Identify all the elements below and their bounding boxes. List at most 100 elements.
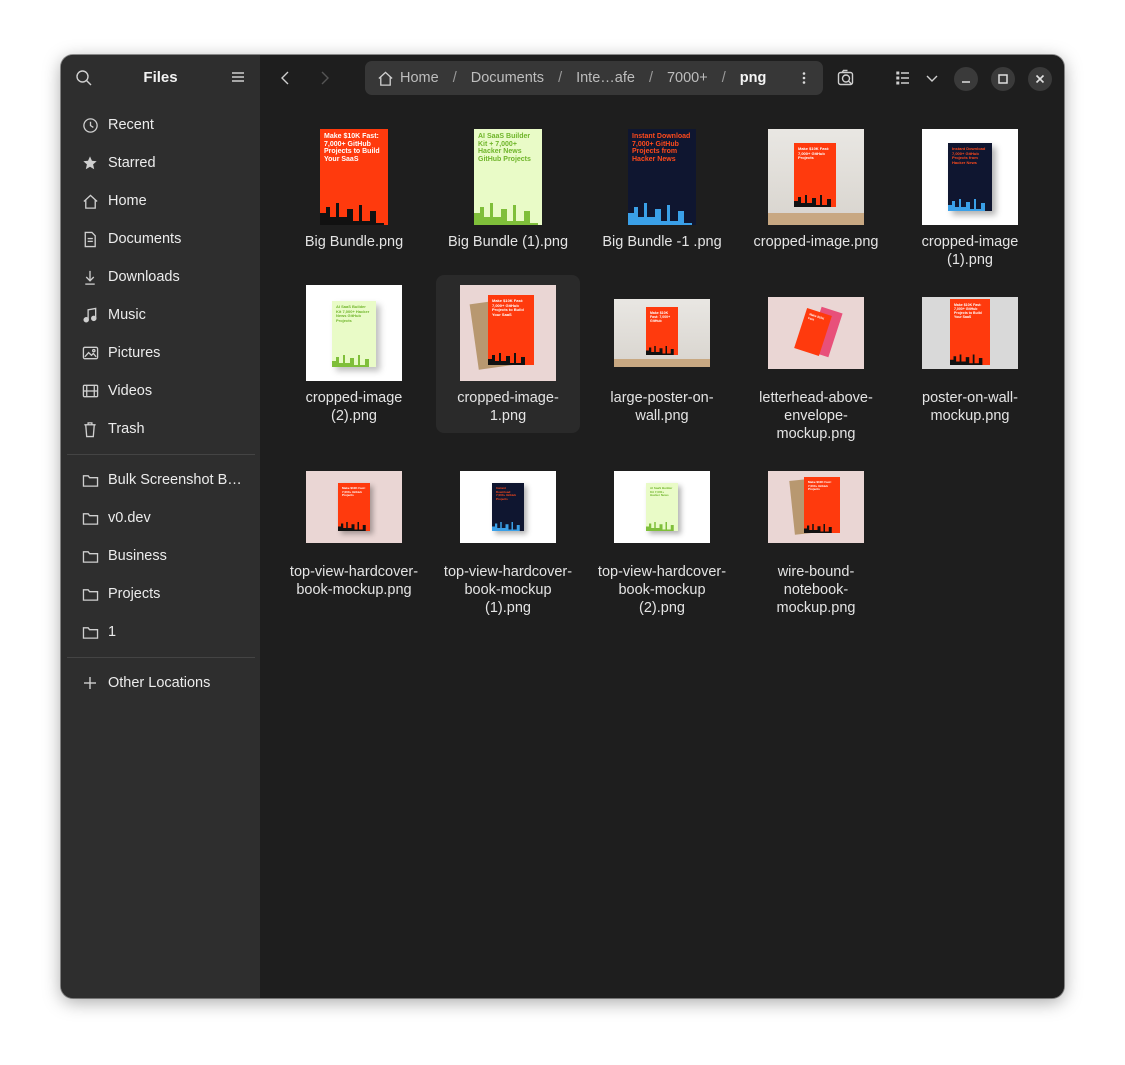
thumbnail-text: Make $10K Fast: 7,000+ GitHub Projects <box>342 486 366 497</box>
close-button[interactable] <box>1028 67 1052 91</box>
file-name: Big Bundle.png <box>304 234 404 250</box>
sidebar-item-starred[interactable]: Starred <box>67 144 255 182</box>
file-item[interactable]: Instant Download 7,000+ GitHub Projects … <box>898 125 1042 269</box>
sidebar-item-label: Business <box>108 548 167 564</box>
folder-icon <box>82 474 98 487</box>
minimize-icon <box>962 81 970 83</box>
file-item[interactable]: AI SaaS Builder Kit 7,000+ Hacker News G… <box>282 281 426 425</box>
more-options-icon[interactable] <box>797 71 811 85</box>
file-thumbnail: AI SaaS Builder Kit + 7,000+ Hacker News… <box>474 129 542 225</box>
file-thumbnail: Instant Download 7,000+ GitHub Projects … <box>922 129 1018 225</box>
home-icon <box>378 70 393 86</box>
file-item[interactable]: Make $10K Fast: 7,000+ GitHub Projects t… <box>282 455 426 599</box>
sidebar-item-label: Projects <box>108 586 161 602</box>
recent-icon <box>82 117 98 133</box>
file-item[interactable]: Make $10K Fast: 7,000+ GitHub Projects t… <box>898 281 1042 425</box>
file-thumbnail: Make $10K Fast: 7,000+ GitHub Projects t… <box>922 297 1018 369</box>
sidebar-divider <box>67 657 255 658</box>
sidebar-item-home[interactable]: Home <box>67 182 255 220</box>
file-item[interactable]: Instant Download 7,000+ GitHub Projects … <box>436 455 580 617</box>
file-thumbnail: Instant Download 7,000+ GitHub Projects <box>460 471 556 543</box>
file-name: cropped-image-1.png <box>457 390 559 424</box>
sidebar-bookmark-business[interactable]: Business <box>67 537 255 575</box>
sidebar-bookmark-projects[interactable]: Projects <box>67 575 255 613</box>
sidebar-item-label: Pictures <box>108 345 161 361</box>
thumbnail-text: Instant Download 7,000+ GitHub Projects … <box>952 146 986 165</box>
header-bar: Home / Documents / Inte…afe / 7000+ / pn… <box>260 55 1064 101</box>
sidebar-item-label: v0.dev <box>108 510 151 526</box>
file-thumbnail: Make $10K Fast: 7,000+ GitHub Projects <box>306 471 402 543</box>
thumbnail-text: Instant Download 7,000+ GitHub Projects … <box>632 133 691 163</box>
file-thumbnail: Make $10K Fast: 7,000+ GitHub Projects t… <box>460 285 556 381</box>
sidebar-item-label: Starred <box>108 155 156 171</box>
pictures-icon <box>82 346 98 360</box>
breadcrumb-png[interactable]: png <box>740 70 767 86</box>
folder-icon <box>82 550 98 563</box>
thumbnail-text: Make $10K Fast <box>807 312 825 322</box>
sidebar-item-pictures[interactable]: Pictures <box>67 334 255 372</box>
list-view-icon[interactable] <box>894 69 912 87</box>
sidebar-item-label: Downloads <box>108 269 180 285</box>
sidebar-item-trash[interactable]: Trash <box>67 410 255 448</box>
sidebar-item-label: Recent <box>108 117 154 133</box>
sidebar-item-music[interactable]: Music <box>67 296 255 334</box>
maximize-icon <box>998 74 1008 84</box>
sidebar-item-recent[interactable]: Recent <box>67 106 255 144</box>
file-thumbnail: Make $10K Fast: 7,000+ GitHub Projects <box>768 471 864 543</box>
thumbnail-text: Make $10K Fast: 7,000+ GitHub <box>650 311 671 323</box>
file-name: cropped-image.png <box>753 234 879 250</box>
back-icon[interactable] <box>275 68 295 88</box>
breadcrumb-home[interactable]: Home <box>400 70 439 86</box>
trash-icon <box>84 421 96 437</box>
file-item[interactable]: Instant Download 7,000+ GitHub Projects … <box>590 125 734 251</box>
file-name: Big Bundle -1 .png <box>602 234 722 250</box>
file-item[interactable]: Make $10K Fast: 7,000+ GitHub large-post… <box>590 281 734 425</box>
breadcrumb-7000[interactable]: 7000+ <box>667 70 708 86</box>
forward-icon[interactable] <box>315 68 335 88</box>
file-name: large-poster-on-wall.png <box>610 390 714 424</box>
breadcrumb-separator: / <box>648 70 653 86</box>
minimize-button[interactable] <box>954 67 978 91</box>
breadcrumb-documents[interactable]: Documents <box>471 70 544 86</box>
folder-icon <box>82 512 98 525</box>
star-icon <box>83 156 97 170</box>
thumbnail-text: Make $10K Fast: 7,000+ GitHub Projects <box>798 146 830 160</box>
folder-icon <box>82 626 98 639</box>
file-item[interactable]: Make $10K Fast letterhead-above-envelope… <box>744 281 888 443</box>
document-icon <box>84 231 96 247</box>
thumbnail-text: AI SaaS Builder Kit 7,000+ Hacker News <box>650 486 673 497</box>
sidebar-bookmark-bulk-screenshot[interactable]: Bulk Screenshot B… <box>67 461 255 499</box>
sidebar-bookmark-v0-dev[interactable]: v0.dev <box>67 499 255 537</box>
maximize-button[interactable] <box>991 67 1015 91</box>
breadcrumb-inte-afe[interactable]: Inte…afe <box>576 70 635 86</box>
plus-icon <box>84 677 96 689</box>
file-item[interactable]: Make $10K Fast: 7,000+ GitHub Projects c… <box>744 125 888 251</box>
search-files-icon[interactable] <box>837 69 855 87</box>
sidebar-item-documents[interactable]: Documents <box>67 220 255 258</box>
hamburger-menu-icon[interactable] <box>231 70 245 84</box>
sidebar-item-other-locations[interactable]: Other Locations <box>67 664 255 702</box>
file-item[interactable]: Make $10K Fast: 7,000+ GitHub Projects w… <box>744 455 888 617</box>
music-icon <box>83 307 97 322</box>
breadcrumb: Home / Documents / Inte…afe / 7000+ / pn… <box>365 61 823 95</box>
file-name: top-view-hardcover-book-mockup (1).png <box>443 564 573 616</box>
file-item[interactable]: Make $10K Fast: 7,000+ GitHub Projects t… <box>282 125 426 251</box>
files-window: Files Recent Starred Home Documents Down… <box>61 55 1064 998</box>
file-item[interactable]: AI SaaS Builder Kit + 7,000+ Hacker News… <box>436 125 580 251</box>
file-name: cropped-image (2).png <box>305 390 403 424</box>
sidebar: Files Recent Starred Home Documents Down… <box>61 55 260 998</box>
file-name: top-view-hardcover-book-mockup.png <box>289 564 419 598</box>
sidebar-bookmark-1[interactable]: 1 <box>67 613 255 651</box>
file-item[interactable]: AI SaaS Builder Kit 7,000+ Hacker News t… <box>590 455 734 617</box>
sidebar-item-downloads[interactable]: Downloads <box>67 258 255 296</box>
file-item[interactable]: Make $10K Fast: 7,000+ GitHub Projects t… <box>436 275 580 433</box>
file-thumbnail: AI SaaS Builder Kit 7,000+ Hacker News <box>614 471 710 543</box>
file-name: wire-bound-notebook-mockup.png <box>776 564 856 616</box>
sidebar-item-label: Home <box>108 193 147 209</box>
file-name: poster-on-wall-mockup.png <box>922 390 1018 424</box>
thumbnail-text: AI SaaS Builder Kit + 7,000+ Hacker News… <box>478 133 531 163</box>
sidebar-item-videos[interactable]: Videos <box>67 372 255 410</box>
chevron-down-icon[interactable] <box>923 69 941 87</box>
file-name: Big Bundle (1).png <box>447 234 569 250</box>
folder-icon <box>82 588 98 601</box>
